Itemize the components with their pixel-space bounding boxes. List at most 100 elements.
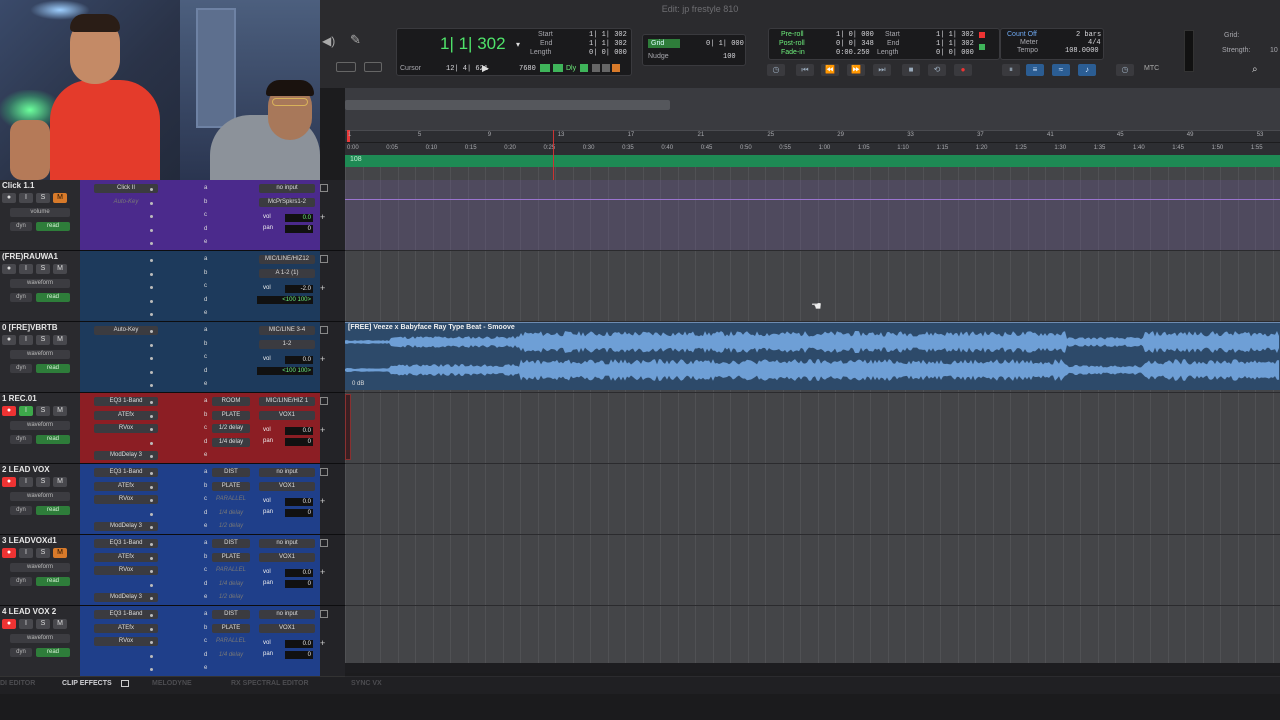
- track-header[interactable]: Click 1.1 ● I S M volume dyn read: [0, 180, 80, 250]
- preroll-value[interactable]: 1| 0| 000: [836, 31, 874, 39]
- fast-forward-button[interactable]: ⏩: [847, 64, 865, 76]
- record-enable-button[interactable]: ●: [2, 548, 16, 558]
- pan-value[interactable]: 0: [285, 651, 313, 659]
- output-selector[interactable]: VOX1: [259, 553, 315, 562]
- solo-button[interactable]: S: [36, 264, 50, 274]
- track-view-selector[interactable]: waveform: [10, 563, 70, 572]
- horizontal-scrollbar[interactable]: [345, 100, 670, 110]
- output-selector[interactable]: VOX1: [259, 411, 315, 420]
- output-selector[interactable]: VOX1: [259, 482, 315, 491]
- dyn-selector[interactable]: dyn: [10, 648, 32, 657]
- input-monitor-button[interactable]: I: [19, 619, 33, 629]
- tab-rx-spectral-editor[interactable]: RX SPECTRAL EDITOR: [231, 680, 309, 687]
- track-header[interactable]: 1 REC.01 ● I S M waveform dyn read: [0, 393, 80, 463]
- insert-slot[interactable]: ATEfx: [94, 481, 158, 491]
- automation-mode-selector[interactable]: read: [36, 364, 70, 373]
- output-selector[interactable]: A 1-2 (1): [259, 269, 315, 278]
- postroll-label[interactable]: Post-roll: [779, 40, 805, 47]
- counter-dropdown-icon[interactable]: ▾: [516, 40, 520, 49]
- track-options-icon[interactable]: [320, 255, 328, 263]
- postroll-value[interactable]: 0| 0| 348: [836, 40, 874, 48]
- option-3-indicator[interactable]: [612, 64, 620, 72]
- pan-value[interactable]: 0: [285, 580, 313, 588]
- grid-value[interactable]: 0| 1| 000: [706, 40, 744, 48]
- play-button[interactable]: ⟲: [928, 64, 946, 76]
- track-lane[interactable]: [345, 180, 1280, 251]
- sync-button[interactable]: ◷: [1116, 64, 1134, 76]
- volume-value[interactable]: 0.0: [285, 214, 313, 222]
- track-options-icon[interactable]: [320, 326, 328, 334]
- mute-button[interactable]: M: [53, 548, 67, 558]
- solo-button[interactable]: S: [36, 335, 50, 345]
- pencil-tool-icon[interactable]: ✎: [350, 32, 361, 48]
- track-name[interactable]: 3 LEADVOXd1: [2, 536, 78, 545]
- insert-slot[interactable]: EQ3 1-Band: [94, 468, 158, 477]
- pan-value[interactable]: 0: [285, 438, 313, 446]
- track-view-selector[interactable]: waveform: [10, 350, 70, 359]
- track-header[interactable]: 2 LEAD VOX ● I S M waveform dyn read: [0, 464, 80, 534]
- track-name[interactable]: 2 LEAD VOX: [2, 465, 78, 474]
- loop-end-value[interactable]: 1| 1| 302: [936, 40, 974, 48]
- track-name[interactable]: 0 [FRE]VBRTB: [2, 323, 78, 332]
- countoff-bars[interactable]: 2 bars: [1076, 31, 1101, 39]
- track-options-icon[interactable]: [320, 468, 328, 476]
- mute-button[interactable]: M: [53, 193, 67, 203]
- insert-slot[interactable]: Click II: [94, 184, 158, 193]
- send-slot[interactable]: PARALLEL: [212, 637, 250, 646]
- delay-comp-label[interactable]: Dly: [566, 65, 576, 72]
- grid-button[interactable]: Grid: [648, 39, 680, 48]
- volume-value[interactable]: 0.0: [285, 640, 313, 648]
- dyn-selector[interactable]: dyn: [10, 364, 32, 373]
- solo-button[interactable]: S: [36, 548, 50, 558]
- track-options-icon[interactable]: [320, 610, 328, 618]
- track-row[interactable]: Click 1.1 ● I S M volume dyn read Click …: [0, 180, 345, 251]
- pan-value[interactable]: <100 100>: [257, 296, 313, 304]
- track-name[interactable]: (FRE)RAUWA1: [2, 252, 78, 261]
- track-options-icon[interactable]: [320, 184, 328, 192]
- output-selector[interactable]: 1-2: [259, 340, 315, 349]
- mute-button[interactable]: M: [53, 335, 67, 345]
- send-slot[interactable]: 1/4 delay: [212, 509, 250, 518]
- marker-label[interactable]: 108: [350, 156, 362, 163]
- track-view-selector[interactable]: volume: [10, 208, 70, 217]
- input-selector[interactable]: no input: [259, 468, 315, 477]
- volume-value[interactable]: 0.0: [285, 569, 313, 577]
- track-lane[interactable]: [345, 393, 1280, 464]
- conductor-button[interactable]: ≈: [1052, 64, 1070, 76]
- send-slot[interactable]: DIST: [212, 610, 250, 619]
- send-slot[interactable]: DIST: [212, 539, 250, 548]
- track-view-selector[interactable]: waveform: [10, 279, 70, 288]
- volume-value[interactable]: 0.0: [285, 498, 313, 506]
- tab-clip-effects[interactable]: CLIP EFFECTS: [62, 680, 112, 687]
- send-slot[interactable]: ROOM: [212, 397, 250, 406]
- solo-button[interactable]: S: [36, 406, 50, 416]
- pan-value[interactable]: 0: [285, 509, 313, 517]
- zoom-toggle-icon[interactable]: [336, 62, 356, 72]
- insert-slot[interactable]: [94, 664, 158, 673]
- record-enable-button[interactable]: ●: [2, 193, 16, 203]
- automation-mode-selector[interactable]: read: [36, 506, 70, 515]
- dyn-selector[interactable]: dyn: [10, 435, 32, 444]
- send-slot[interactable]: 1/4 delay: [212, 580, 250, 589]
- sync-icon[interactable]: [540, 64, 550, 72]
- metronome-button[interactable]: ♪: [1078, 64, 1096, 76]
- input-selector[interactable]: no input: [259, 610, 315, 619]
- track-row[interactable]: (FRE)RAUWA1 ● I S M waveform dyn read a b…: [0, 251, 345, 322]
- record-enable-button[interactable]: ●: [2, 406, 16, 416]
- track-row[interactable]: 3 LEADVOXd1 ● I S M waveform dyn read EQ…: [0, 535, 345, 606]
- tab-sync-vx[interactable]: SYNC VX: [351, 680, 382, 687]
- go-to-end-button[interactable]: ⏭: [873, 64, 891, 76]
- insert-slot[interactable]: ATEfx: [94, 410, 158, 420]
- send-slot[interactable]: PLATE: [212, 623, 250, 633]
- return-to-zero-button[interactable]: ⏮: [796, 64, 814, 76]
- record-enable-button[interactable]: ●: [2, 264, 16, 274]
- grid-toggle-icon[interactable]: [364, 62, 382, 72]
- send-slot[interactable]: 1/4 delay: [212, 651, 250, 660]
- mute-button[interactable]: M: [53, 406, 67, 416]
- input-selector[interactable]: no input: [259, 184, 315, 193]
- insert-slot[interactable]: [94, 580, 158, 589]
- record-enable-button[interactable]: ●: [2, 477, 16, 487]
- option-1-indicator[interactable]: [592, 64, 600, 72]
- track-view-selector[interactable]: waveform: [10, 492, 70, 501]
- insert-slot[interactable]: RVox: [94, 495, 158, 504]
